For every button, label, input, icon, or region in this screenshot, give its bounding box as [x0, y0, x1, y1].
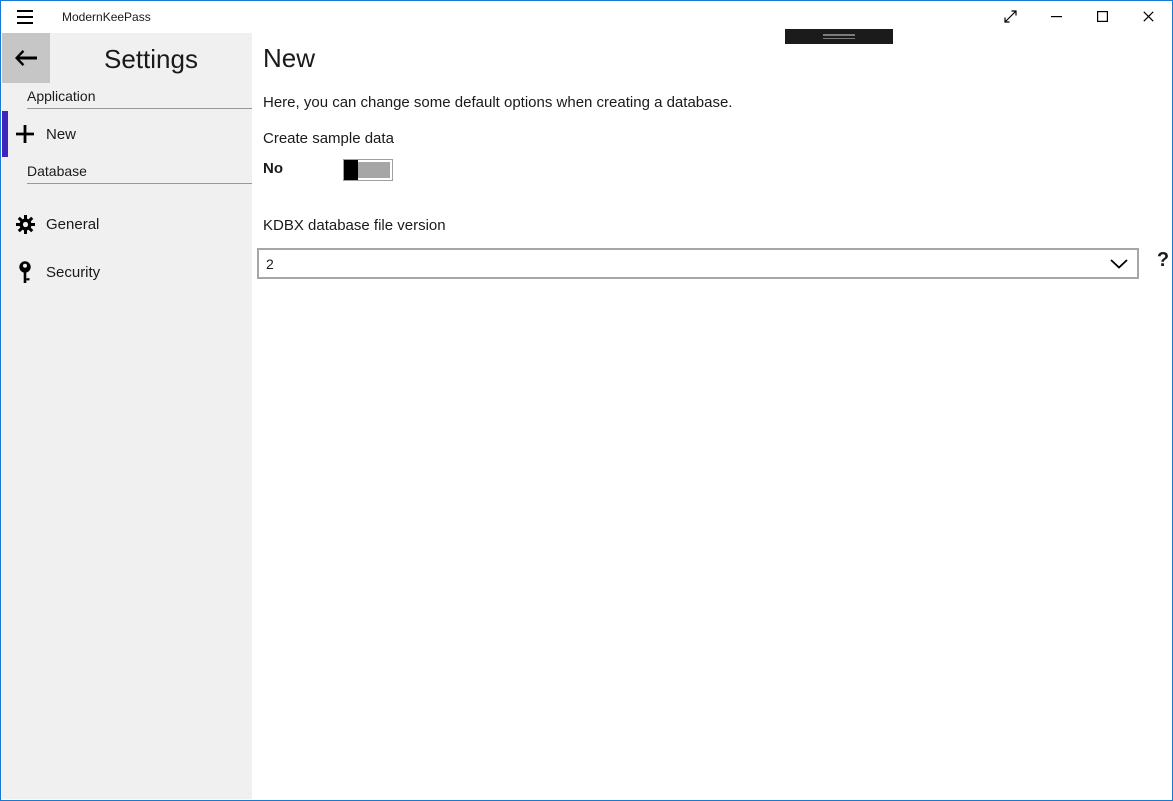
- hamburger-icon: [17, 10, 33, 24]
- settings-sidebar: Settings Application New Database: [2, 33, 252, 799]
- toggle-thumb: [344, 160, 358, 180]
- page-title: New: [263, 43, 315, 74]
- sidebar-item-label: New: [46, 126, 76, 143]
- sidebar-item-label: General: [46, 216, 99, 233]
- sidebar-item-security[interactable]: Security: [2, 249, 252, 295]
- page-description: Here, you can change some default option…: [263, 94, 732, 111]
- x-icon: [1143, 11, 1154, 22]
- dash-icon: [1051, 16, 1062, 18]
- gear-icon: [15, 215, 35, 234]
- section-header-database: Database: [27, 163, 252, 184]
- toggle-state-text: No: [263, 160, 283, 177]
- close-button[interactable]: [1125, 1, 1171, 32]
- create-sample-data-toggle[interactable]: [344, 160, 392, 180]
- titlebar: ModernKeePass: [2, 1, 1171, 32]
- fullscreen-button[interactable]: [987, 1, 1033, 32]
- kdbx-version-help-button[interactable]: ?: [1152, 249, 1173, 277]
- sidebar-title: Settings: [50, 44, 252, 75]
- sidebar-item-general[interactable]: General: [2, 201, 252, 247]
- kdbx-version-dropdown[interactable]: 2: [257, 248, 1139, 279]
- chevron-down-icon: [1110, 259, 1128, 269]
- window-drag-handle[interactable]: [785, 29, 893, 44]
- settings-page-new: New Here, you can change some default op…: [252, 33, 1171, 799]
- hamburger-menu-button[interactable]: [2, 1, 48, 32]
- back-button[interactable]: [2, 33, 50, 83]
- section-header-application: Application: [27, 88, 252, 109]
- minimize-button[interactable]: [1033, 1, 1079, 32]
- kdbx-version-label: KDBX database file version: [263, 217, 446, 234]
- square-icon: [1097, 11, 1108, 22]
- key-icon: [15, 261, 35, 284]
- back-arrow-icon: [15, 50, 37, 66]
- create-sample-data-label: Create sample data: [263, 130, 394, 147]
- caption-buttons: [987, 1, 1171, 32]
- sidebar-item-label: Security: [46, 264, 100, 281]
- maximize-button[interactable]: [1079, 1, 1125, 32]
- sidebar-item-new[interactable]: New: [2, 111, 252, 157]
- content-area: Settings Application New Database: [2, 33, 1171, 799]
- app-window: ModernKeePass: [0, 0, 1173, 801]
- plus-icon: [15, 125, 35, 143]
- app-title: ModernKeePass: [62, 10, 151, 24]
- diagonal-resize-arrows-icon: [1004, 10, 1017, 23]
- dropdown-selected-value: 2: [266, 256, 1110, 272]
